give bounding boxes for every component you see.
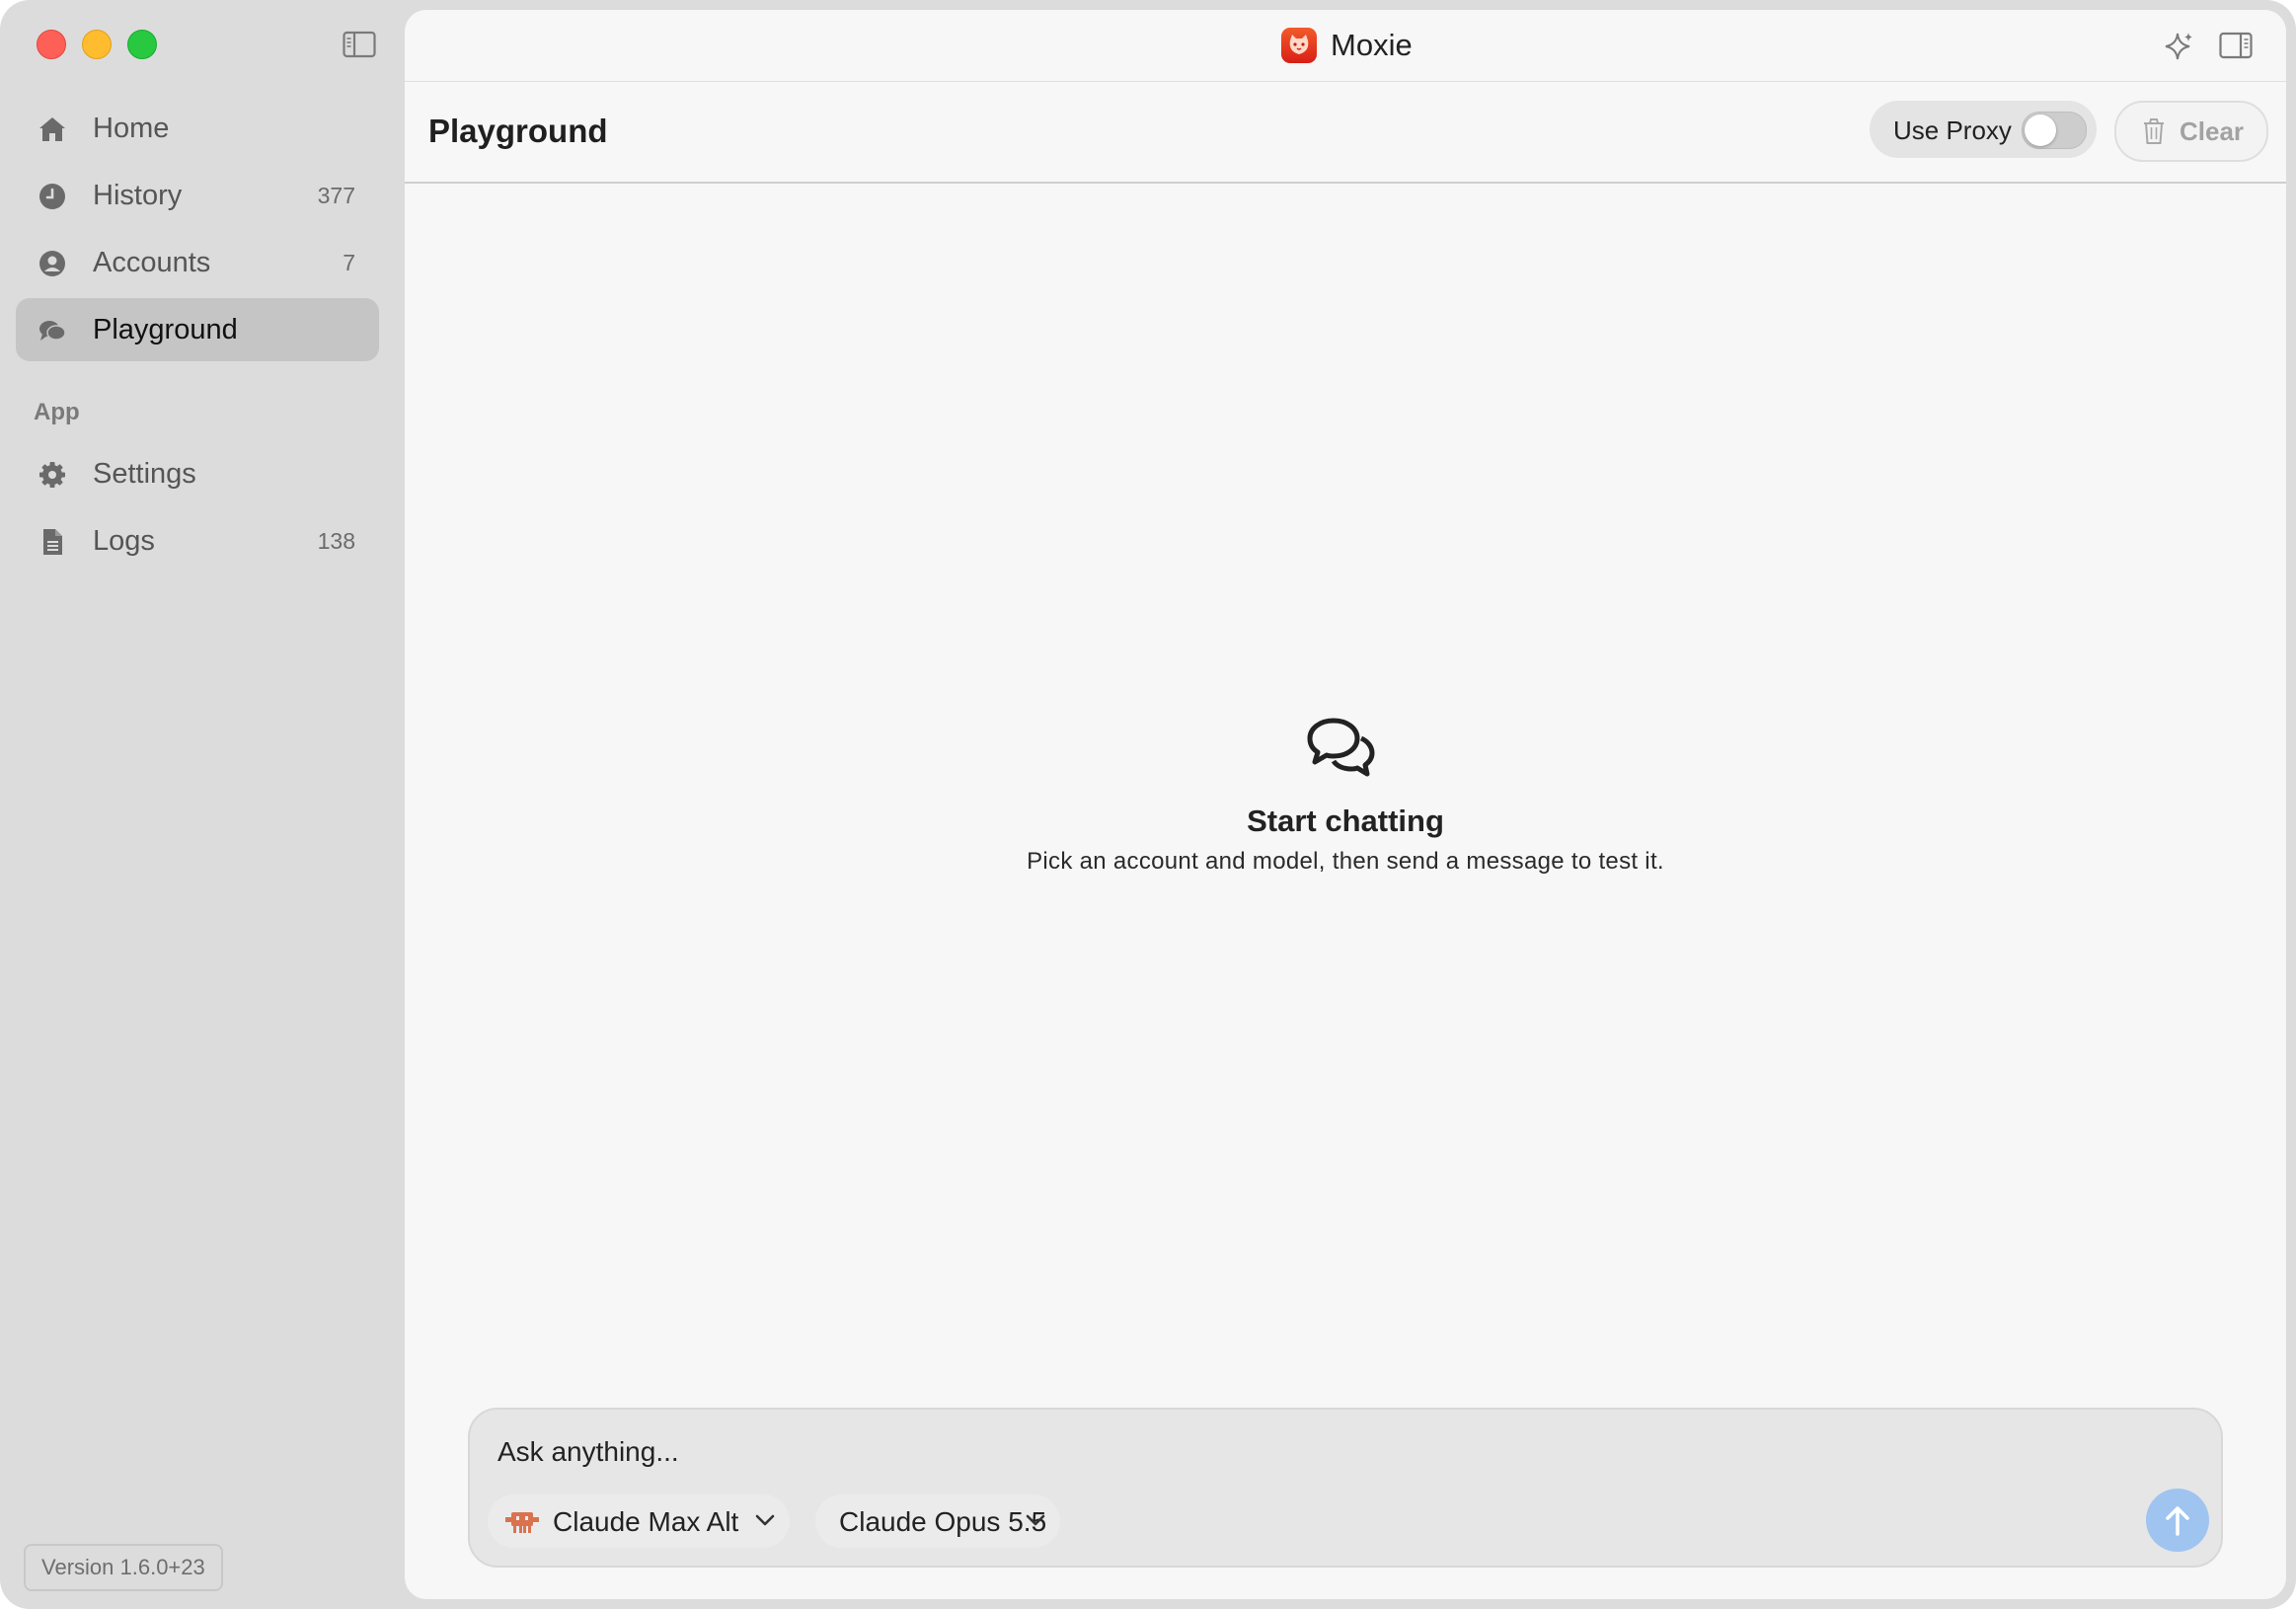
- account-picker-label: Claude Max Alt: [553, 1506, 739, 1537]
- clear-button[interactable]: Clear: [2114, 101, 2268, 162]
- empty-state-title: Start chatting: [1247, 804, 1444, 838]
- sidebar-section-label: App: [34, 399, 80, 425]
- use-proxy-toggle[interactable]: [2022, 112, 2087, 149]
- sidebar-item-label: Playground: [93, 313, 238, 345]
- inspector-toggle-icon[interactable]: [2219, 32, 2253, 59]
- clear-button-label: Clear: [2180, 116, 2245, 146]
- message-input[interactable]: [496, 1429, 1980, 1475]
- sidebar: Home History 377 Accounts 7 Playground A…: [0, 0, 403, 1609]
- use-proxy-label: Use Proxy: [1893, 115, 2012, 145]
- titlebar: Moxie: [405, 10, 2286, 82]
- sidebar-toggle-icon[interactable]: [343, 31, 376, 58]
- sidebar-item-label: Settings: [93, 457, 196, 490]
- clock-icon: [39, 184, 65, 209]
- sidebar-item-label: Logs: [93, 524, 155, 557]
- person-circle-icon: [39, 251, 65, 276]
- model-picker-label: Claude Opus 5.5: [839, 1506, 1047, 1537]
- gear-icon: [39, 462, 65, 488]
- sparkle-icon[interactable]: [2164, 30, 2195, 61]
- sidebar-item-playground[interactable]: Playground: [16, 298, 379, 361]
- toolbar: Playground Use Proxy Clear: [405, 81, 2286, 184]
- trash-icon: [2144, 118, 2164, 144]
- page-title: Playground: [428, 113, 608, 149]
- chevron-down-icon: [755, 1514, 775, 1526]
- version-badge: Version 1.6.0+23: [24, 1544, 223, 1591]
- sidebar-item-count: 138: [317, 527, 355, 554]
- app-logo: [1281, 28, 1317, 63]
- sidebar-item-history[interactable]: History 377: [16, 164, 379, 227]
- send-button[interactable]: [2146, 1489, 2209, 1552]
- minimize-window-button[interactable]: [82, 30, 112, 59]
- sidebar-item-count: 7: [343, 249, 355, 275]
- sidebar-item-label: Home: [93, 112, 170, 144]
- document-icon: [43, 529, 62, 555]
- sidebar-item-label: History: [93, 179, 183, 211]
- main-panel: Moxie Playground Use Proxy Clear Start c…: [405, 10, 2286, 1599]
- use-proxy-control: Use Proxy: [1870, 101, 2097, 158]
- model-picker[interactable]: Claude Opus 5.5: [815, 1494, 1060, 1548]
- app-title: Moxie: [1331, 28, 1413, 62]
- arrow-up-icon: [2166, 1506, 2189, 1536]
- account-picker[interactable]: Claude Max Alt: [488, 1494, 790, 1548]
- close-window-button[interactable]: [37, 30, 66, 59]
- sidebar-item-accounts[interactable]: Accounts 7: [16, 231, 379, 294]
- cat-icon: [1289, 35, 1309, 54]
- robot-icon: [505, 1512, 539, 1533]
- zoom-window-button[interactable]: [127, 30, 157, 59]
- sidebar-item-home[interactable]: Home: [16, 97, 379, 160]
- sidebar-item-settings[interactable]: Settings: [16, 442, 379, 505]
- chevron-down-icon: [1026, 1514, 1045, 1526]
- sidebar-item-label: Accounts: [93, 246, 211, 278]
- sidebar-item-count: 377: [317, 182, 355, 208]
- sidebar-item-logs[interactable]: Logs 138: [16, 509, 379, 573]
- house-icon: [39, 117, 65, 141]
- chat-bubbles-icon: [1307, 718, 1375, 777]
- composer: Claude Max Alt Claude Opus 5.5: [468, 1408, 2223, 1568]
- empty-state-subtitle: Pick an account and model, then send a m…: [1027, 848, 1664, 875]
- toggle-knob: [2025, 115, 2056, 146]
- app-window: Home History 377 Accounts 7 Playground A…: [0, 0, 2296, 1609]
- chat-bubbles-icon: [39, 321, 66, 341]
